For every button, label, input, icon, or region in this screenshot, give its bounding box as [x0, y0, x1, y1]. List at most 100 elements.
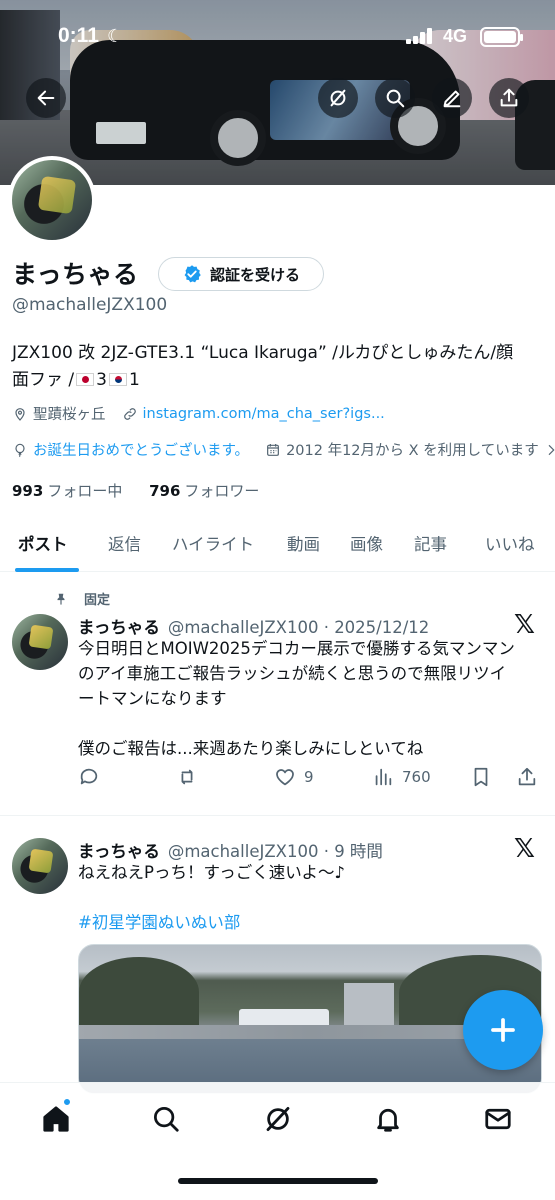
- moon-icon: ☾: [107, 26, 124, 46]
- views-button[interactable]: 760: [372, 766, 431, 788]
- home-icon: [43, 1106, 69, 1132]
- media-building: [344, 983, 394, 1031]
- home-notification-dot: [62, 1097, 72, 1107]
- post-text[interactable]: 今日明日とMOIW2025デコカー展示で優勝する気マンマン のアイ車施工ご報告ラ…: [78, 636, 543, 761]
- tab-photos[interactable]: 画像: [350, 531, 383, 555]
- bio-line-1: JZX100 改 2JZ-GTE3.1 “Luca Ikaruga” /ルカぴと…: [12, 343, 514, 363]
- bio-line-2: 面ファ / 3 1: [12, 367, 542, 394]
- followers-label: フォロワー: [184, 482, 260, 500]
- network-type: 4G: [443, 26, 468, 46]
- tab-posts[interactable]: ポスト: [18, 531, 68, 555]
- views-count: 760: [402, 768, 431, 786]
- nav-notifications[interactable]: [368, 1099, 408, 1139]
- status-time: 0:11: [58, 24, 99, 47]
- edit-button[interactable]: [432, 78, 472, 118]
- post-author-name[interactable]: まっちゃる: [78, 842, 160, 861]
- share-icon: [518, 767, 536, 786]
- search-button[interactable]: [375, 78, 415, 118]
- link-icon: [123, 407, 136, 420]
- profile-name: まっちゃる: [12, 260, 139, 289]
- calendar-icon: [267, 443, 279, 456]
- post-avatar[interactable]: [12, 838, 68, 894]
- tab-replies[interactable]: 返信: [108, 531, 141, 555]
- followers-link[interactable]: 796 フォロワー: [149, 482, 259, 500]
- arrow-left-icon: [37, 90, 55, 106]
- bookmark-icon: [474, 767, 488, 787]
- post-author-name[interactable]: まっちゃる: [78, 618, 160, 637]
- profile-meta-row-2: お誕生日おめでとうございます。 2012 年12月から X を利用しています: [12, 439, 555, 460]
- joined-text: 2012 年12月から X を利用しています: [286, 443, 539, 459]
- reply-button[interactable]: [78, 766, 100, 788]
- signal-icon: [406, 28, 436, 44]
- grok-icon: [266, 1107, 290, 1131]
- avatar-image: [12, 160, 92, 240]
- bio-kr-count: 1: [128, 370, 140, 390]
- profile-meta-row-1: 聖蹟桜ヶ丘 instagram.com/ma_cha_ser?igs...: [12, 403, 401, 424]
- profile-bio: JZX100 改 2JZ-GTE3.1 “Luca Ikaruga” /ルカぴと…: [12, 340, 542, 394]
- bio-jp-count: 3: [96, 370, 107, 390]
- reply-icon: [80, 768, 98, 785]
- post-avatar[interactable]: [12, 614, 68, 670]
- post-text-line: 僕のご報告は...来週あたり楽しみにしといてね: [78, 739, 424, 758]
- post-header: まっちゃる @machalleJZX100 · 9 時間: [78, 838, 383, 862]
- nav-grok[interactable]: [258, 1099, 298, 1139]
- pinned-text: 固定: [84, 593, 111, 608]
- grok-icon: [330, 89, 346, 107]
- follow-counts: 993 フォロー中 796 フォロワー: [12, 480, 259, 501]
- profile-avatar[interactable]: [8, 156, 96, 244]
- birthday-item[interactable]: お誕生日おめでとうございます。: [12, 439, 249, 460]
- share-button[interactable]: [489, 78, 529, 118]
- pin-icon: [57, 593, 65, 605]
- post-text-line: 今日明日とMOIW2025デコカー展示で優勝する気マンマン: [78, 639, 515, 658]
- status-bar: 0:11 ☾ 4G: [0, 22, 555, 52]
- post-hashtag[interactable]: #初星学園ぬいぬい部: [78, 909, 240, 933]
- grok-button[interactable]: [318, 78, 358, 118]
- like-count: 9: [304, 768, 314, 786]
- back-button[interactable]: [26, 78, 66, 118]
- post-actions: 9 760: [78, 766, 548, 792]
- post-handle-time: @machalleJZX100 · 9 時間: [167, 842, 383, 861]
- plus-icon: [491, 1018, 515, 1042]
- post-share-button[interactable]: [516, 766, 538, 788]
- chevron-right-icon[interactable]: [543, 442, 555, 458]
- birthday-text[interactable]: お誕生日おめでとうございます。: [33, 439, 249, 460]
- location-text: 聖蹟桜ヶ丘: [33, 407, 106, 423]
- balloon-icon: [15, 443, 25, 457]
- battery-icon: [480, 27, 523, 47]
- tab-highlights[interactable]: ハイライト: [172, 531, 254, 555]
- edit-icon: [443, 90, 461, 108]
- post-text-line: ねえねえPっち！すっごく速いよ〜♪: [78, 863, 345, 882]
- tab-likes[interactable]: いいね: [485, 531, 535, 555]
- pinned-label: 固定: [54, 589, 110, 608]
- website-item[interactable]: instagram.com/ma_cha_ser?igs...: [122, 406, 385, 422]
- bio-line-2-prefix: 面ファ /: [12, 370, 75, 390]
- joined-item: 2012 年12月から X を利用しています: [265, 439, 555, 460]
- repost-button[interactable]: [176, 766, 198, 788]
- nav-messages[interactable]: [478, 1099, 518, 1139]
- following-count: 993: [12, 482, 44, 500]
- share-icon: [500, 88, 518, 107]
- like-button[interactable]: 9: [274, 766, 314, 788]
- website-link[interactable]: instagram.com/ma_cha_ser?igs...: [143, 406, 385, 422]
- location-item: 聖蹟桜ヶ丘: [12, 403, 106, 424]
- post-text-line: のアイ車施工ご報告ラッシュが続くと思うので無限リツイ: [78, 664, 507, 683]
- japan-flag-icon: [76, 373, 95, 386]
- active-tab-indicator: [15, 568, 79, 572]
- post-divider: [0, 815, 555, 816]
- compose-post-button[interactable]: [463, 990, 543, 1070]
- repost-icon: [181, 769, 193, 785]
- bookmark-button[interactable]: [470, 766, 492, 788]
- post-handle-time: @machalleJZX100 · 2025/12/12: [167, 618, 430, 637]
- post-text[interactable]: ねえねえPっち！すっごく速いよ〜♪: [78, 860, 543, 885]
- bell-icon: [377, 1108, 399, 1132]
- nav-search[interactable]: [146, 1099, 186, 1139]
- get-verified-button[interactable]: 認証を受ける: [158, 257, 324, 291]
- tab-videos[interactable]: 動画: [287, 531, 320, 555]
- heart-icon: [276, 769, 294, 786]
- home-indicator: [178, 1178, 378, 1184]
- following-link[interactable]: 993 フォロー中: [12, 482, 122, 500]
- search-icon: [386, 89, 405, 108]
- korea-flag-icon: [108, 373, 127, 386]
- tab-articles[interactable]: 記事: [414, 531, 447, 555]
- post-text-line: ートマンになります: [78, 689, 227, 708]
